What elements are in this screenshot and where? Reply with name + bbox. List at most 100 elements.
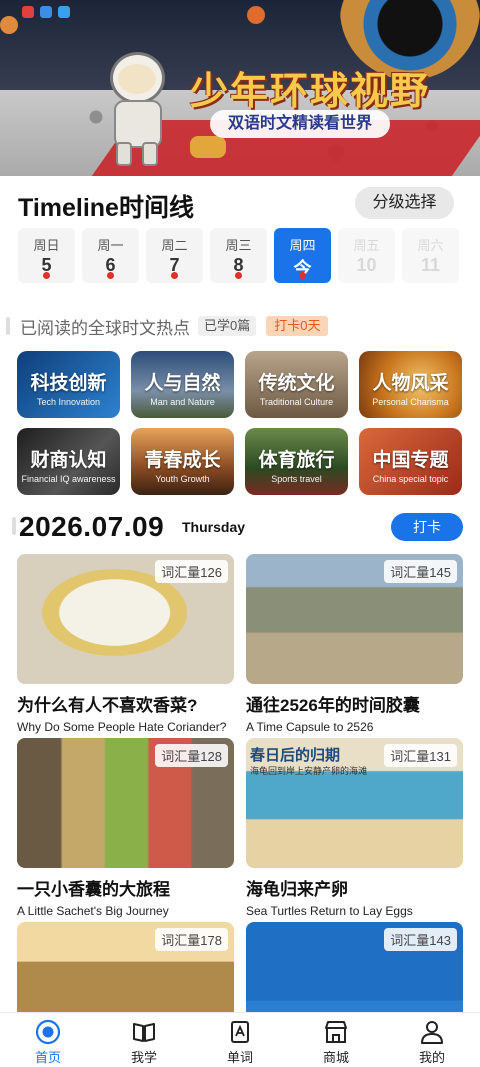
category-china-special[interactable]: 中国专题 China special topic [359,428,462,495]
planet-icon [247,6,265,24]
category-subtitle: Man and Nature [150,397,215,407]
category-subtitle: Financial IQ awareness [21,474,116,484]
day-name: 周日 [33,238,60,253]
word-card-icon [231,1021,249,1043]
shop-icon [325,1021,347,1043]
status-bar-icons [22,6,70,18]
day-name: 周一 [97,238,124,253]
grade-select-button[interactable]: 分级选择 [355,187,454,219]
day-date: 10 [356,255,377,275]
category-subtitle: Personal Charisma [372,397,449,407]
category-subtitle: China special topic [372,474,449,484]
category-subtitle: Sports travel [271,474,322,484]
category-subtitle: Tech Innovation [36,397,101,407]
article-card[interactable]: 春日后的归期 海龟回到岸上安静产卵的海滩 词汇量131 海龟归来产卵 Sea T… [246,738,463,922]
book-icon [133,1023,155,1042]
home-icon [35,1019,61,1045]
day-name: 周六 [417,238,444,253]
vocab-badge: 词汇量128 [155,744,228,767]
hero-banner[interactable]: 少年环球视野 双语时文精读看世界 [0,0,480,176]
read-dot-indicator [107,272,114,279]
tab-home[interactable]: 首页 [0,1013,96,1067]
category-title: 体育旅行 [258,449,335,471]
current-date: 2026.07.09 [19,511,165,542]
checkin-days-badge: 打卡0天 [266,316,329,336]
learned-count-badge: 已学0篇 [198,316,257,336]
category-man-and-nature[interactable]: 人与自然 Man and Nature [131,351,234,418]
category-subtitle: Youth Growth [155,474,210,484]
thumbnail-heading: 春日后的归期 [250,746,341,764]
category-title: 青春成长 [144,449,221,471]
thumbnail-caption: 海龟回到岸上安静产卵的海滩 [250,766,368,776]
day-monday[interactable]: 周一 6 [82,228,139,283]
category-title: 科技创新 [30,372,107,394]
tab-study[interactable]: 我学 [96,1013,192,1067]
vocab-badge: 词汇量143 [384,928,457,951]
article-card[interactable]: 词汇量128 一只小香囊的大旅程 A Little Sachet's Big J… [17,738,234,922]
notification-icon [22,6,34,18]
tab-profile[interactable]: 我的 [384,1013,480,1067]
day-name: 周五 [353,238,380,253]
reading-section-title: 已阅读的全球时文热点 [20,318,190,338]
category-title: 传统文化 [258,372,335,394]
day-sunday[interactable]: 周日 5 [18,228,75,283]
category-title: 人与自然 [144,372,221,394]
tab-label: 单词 [226,1050,253,1065]
article-card[interactable]: 词汇量126 为什么有人不喜欢香菜? Why Do Some People Ha… [17,554,234,738]
category-traditional-culture[interactable]: 传统文化 Traditional Culture [245,351,348,418]
checkin-button[interactable]: 打卡 [391,513,463,541]
section-accent-bar [6,317,10,335]
day-name: 周四 [289,238,316,253]
vocab-badge: 词汇量145 [384,560,457,583]
article-thumbnail: 词汇量126 [17,554,234,684]
category-youth-growth[interactable]: 青春成长 Youth Growth [131,428,234,495]
day-name: 周三 [225,238,252,253]
bottom-tab-bar: 首页 我学 单词 商城 我的 [0,1012,480,1067]
vocab-badge: 词汇量126 [155,560,228,583]
category-grid: 科技创新 Tech Innovation 人与自然 Man and Nature… [17,351,462,495]
day-date: 11 [420,255,441,275]
reading-stats-row: 已阅读的全球时文热点 已学0篇 打卡0天 [0,315,329,338]
article-card[interactable]: 词汇量145 通往2526年的时间胶囊 A Time Capsule to 25… [246,554,463,738]
banner-title: 少年环球视野 [190,68,431,113]
timeline-title: Timeline时间线 [18,194,194,222]
tab-label: 商城 [322,1050,349,1065]
category-personal-charisma[interactable]: 人物风采 Personal Charisma [359,351,462,418]
day-tuesday[interactable]: 周二 7 [146,228,203,283]
article-thumbnail: 春日后的归期 海龟回到岸上安静产卵的海滩 词汇量131 [246,738,463,868]
category-financial-iq[interactable]: 财商认知 Financial IQ awareness [17,428,120,495]
notification-icon [40,6,52,18]
current-weekday: Thursday [182,519,246,535]
article-grid: 词汇量126 为什么有人不喜欢香菜? Why Do Some People Ha… [17,554,463,1067]
article-title-zh: 海龟归来产卵 [246,880,348,899]
planet-icon [0,16,18,34]
section-accent-bar [12,517,16,535]
read-dot-indicator [43,272,50,279]
tab-shop[interactable]: 商城 [288,1013,384,1067]
article-thumbnail: 词汇量128 [17,738,234,868]
day-thursday-today[interactable]: 周四 今 [274,228,331,283]
category-subtitle: Traditional Culture [259,397,334,407]
astronaut-illustration [100,12,185,166]
day-name: 周二 [161,238,188,253]
article-title-en: A Little Sachet's Big Journey [17,904,169,918]
article-title-zh: 为什么有人不喜欢香菜? [17,696,198,715]
article-title-en: Why Do Some People Hate Coriander? [17,720,227,734]
day-friday[interactable]: 周五 10 [338,228,395,283]
tab-label: 首页 [34,1050,61,1065]
category-title: 财商认知 [30,449,107,471]
category-sports-travel[interactable]: 体育旅行 Sports travel [245,428,348,495]
category-title: 中国专题 [372,449,449,471]
day-wednesday[interactable]: 周三 8 [210,228,267,283]
week-day-selector: 周日 5 周一 6 周二 7 周三 8 周四 今 周五 10 周六 11 [18,228,459,283]
article-thumbnail: 词汇量145 [246,554,463,684]
category-title: 人物风采 [372,372,449,394]
article-title-en: Sea Turtles Return to Lay Eggs [246,904,413,918]
category-tech-innovation[interactable]: 科技创新 Tech Innovation [17,351,120,418]
tab-words[interactable]: 单词 [192,1013,288,1067]
article-title-en: A Time Capsule to 2526 [246,720,374,734]
day-saturday[interactable]: 周六 11 [402,228,459,283]
vocab-badge: 词汇量131 [384,744,457,767]
notification-icon [58,6,70,18]
read-dot-indicator [299,272,306,279]
